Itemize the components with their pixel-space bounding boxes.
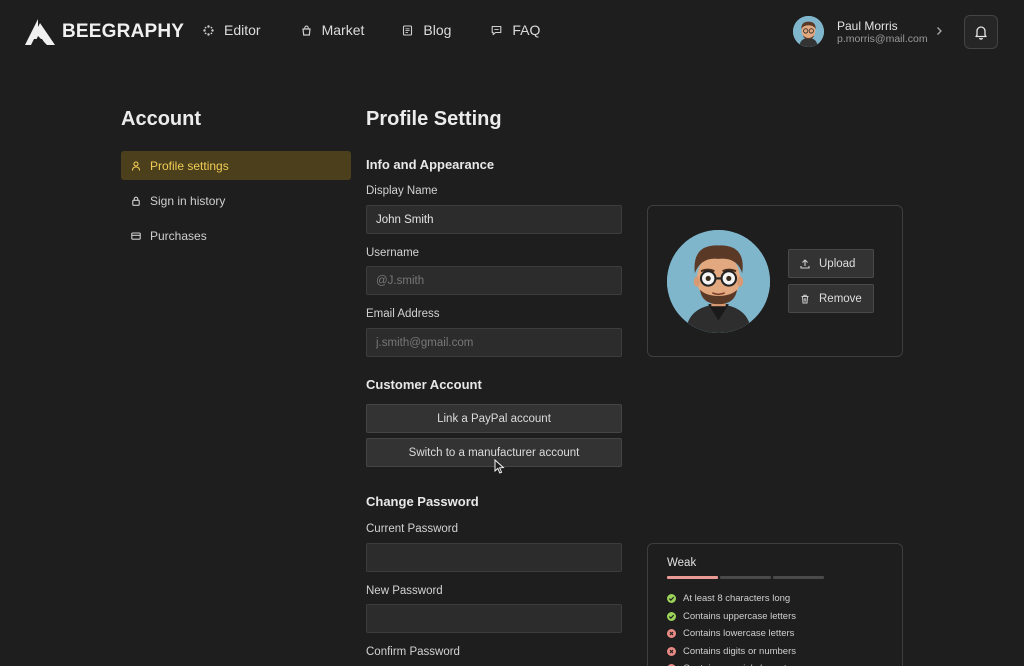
display-name-input[interactable] — [366, 205, 622, 234]
strength-label: Weak — [667, 557, 697, 569]
nav-item-market[interactable]: Market — [301, 22, 365, 38]
nav-item-blog[interactable]: Blog — [402, 22, 451, 38]
upload-icon — [800, 258, 810, 269]
current-password-label: Current Password — [366, 523, 459, 535]
strength-rule-label: At least 8 characters long — [683, 593, 791, 604]
new-password-label: New Password — [366, 585, 443, 597]
strength-bar-segment — [773, 576, 824, 579]
username-label: Username — [366, 247, 420, 259]
username-input[interactable] — [366, 266, 622, 295]
sidebar-item-label: Sign in history — [150, 193, 226, 208]
nav-label-faq: FAQ — [512, 22, 541, 38]
faq-icon — [491, 25, 502, 36]
user-email: p.morris@mail.com — [837, 32, 928, 45]
sidebar-item-purchases[interactable]: Purchases — [121, 221, 351, 250]
avatar — [793, 16, 824, 47]
check-circle-icon — [667, 611, 676, 621]
strength-rule-label: Contains lowercase letters — [683, 628, 795, 640]
x-circle-icon — [667, 629, 676, 639]
remove-label: Remove — [819, 292, 862, 305]
strength-rule-label: Contains digits or numbers — [683, 645, 796, 657]
market-icon — [301, 25, 312, 36]
page-title: Profile Setting — [366, 108, 502, 130]
user-name: Paul Morris — [837, 18, 898, 33]
chevron-right-icon — [937, 27, 942, 35]
sidebar-item-sign-in-history[interactable]: Sign in history — [121, 186, 351, 215]
top-navigation-bar: BEEGRAPHY Editor Market Blog FAQ Paul Mo… — [0, 0, 1024, 64]
password-strength-card: Weak At least 8 characters long Contains … — [647, 543, 903, 666]
notifications-button[interactable] — [964, 15, 998, 49]
avatar-card: Upload Remove — [647, 205, 903, 357]
lock-icon — [131, 196, 141, 206]
upload-label: Upload — [819, 257, 856, 270]
nav-label-market: Market — [321, 22, 365, 38]
upload-avatar-button[interactable]: Upload — [788, 249, 874, 278]
sidebar-item-profile-settings[interactable]: Profile settings — [121, 151, 351, 180]
brand-logo[interactable]: BEEGRAPHY — [25, 19, 184, 45]
profile-avatar — [667, 230, 770, 333]
strength-rule-item: Contains lowercase letters — [667, 628, 794, 639]
nav-label-editor: Editor — [224, 22, 261, 38]
main-nav: Editor Market Blog FAQ — [203, 22, 580, 38]
check-circle-icon — [667, 594, 676, 603]
strength-rule-label: Contains uppercase letters — [683, 610, 797, 622]
person-icon — [131, 160, 141, 171]
logo-icon — [25, 19, 55, 45]
sidebar-item-label: Purchases — [150, 228, 207, 243]
nav-item-editor[interactable]: Editor — [203, 22, 261, 38]
trash-icon — [800, 294, 810, 304]
new-password-input[interactable] — [366, 604, 622, 633]
strength-rule-item: Contains digits or numbers — [667, 646, 796, 657]
display-name-label: Display Name — [366, 185, 438, 197]
remove-avatar-button[interactable]: Remove — [788, 284, 874, 313]
strength-rule-item: Contains uppercase letters — [667, 611, 796, 622]
mouse-cursor-icon — [494, 459, 505, 474]
card-icon — [131, 231, 141, 241]
nav-item-faq[interactable]: FAQ — [491, 22, 540, 38]
bell-icon — [975, 26, 987, 40]
current-password-input[interactable] — [366, 543, 622, 572]
info-section-title: Info and Appearance — [366, 157, 495, 172]
x-circle-icon — [667, 646, 676, 656]
strength-rule-item: At least 8 characters long — [667, 593, 790, 604]
sidebar-title: Account — [121, 108, 201, 130]
brand-name: BEEGRAPHY — [62, 21, 185, 42]
sidebar-item-label: Profile settings — [150, 158, 229, 173]
blog-icon — [402, 24, 413, 36]
editor-icon — [203, 24, 214, 36]
password-section-title: Change Password — [366, 494, 479, 509]
customer-section-title: Customer Account — [366, 377, 482, 392]
user-menu[interactable]: Paul Morris p.morris@mail.com — [793, 16, 942, 47]
nav-label-blog: Blog — [423, 22, 452, 38]
link-paypal-button[interactable]: Link a PayPal account — [366, 404, 622, 433]
confirm-password-label: Confirm Password — [366, 646, 460, 658]
strength-bar-segment — [667, 576, 718, 579]
strength-bar-segment — [720, 576, 771, 579]
email-input[interactable] — [366, 328, 622, 357]
email-label: Email Address — [366, 308, 440, 320]
